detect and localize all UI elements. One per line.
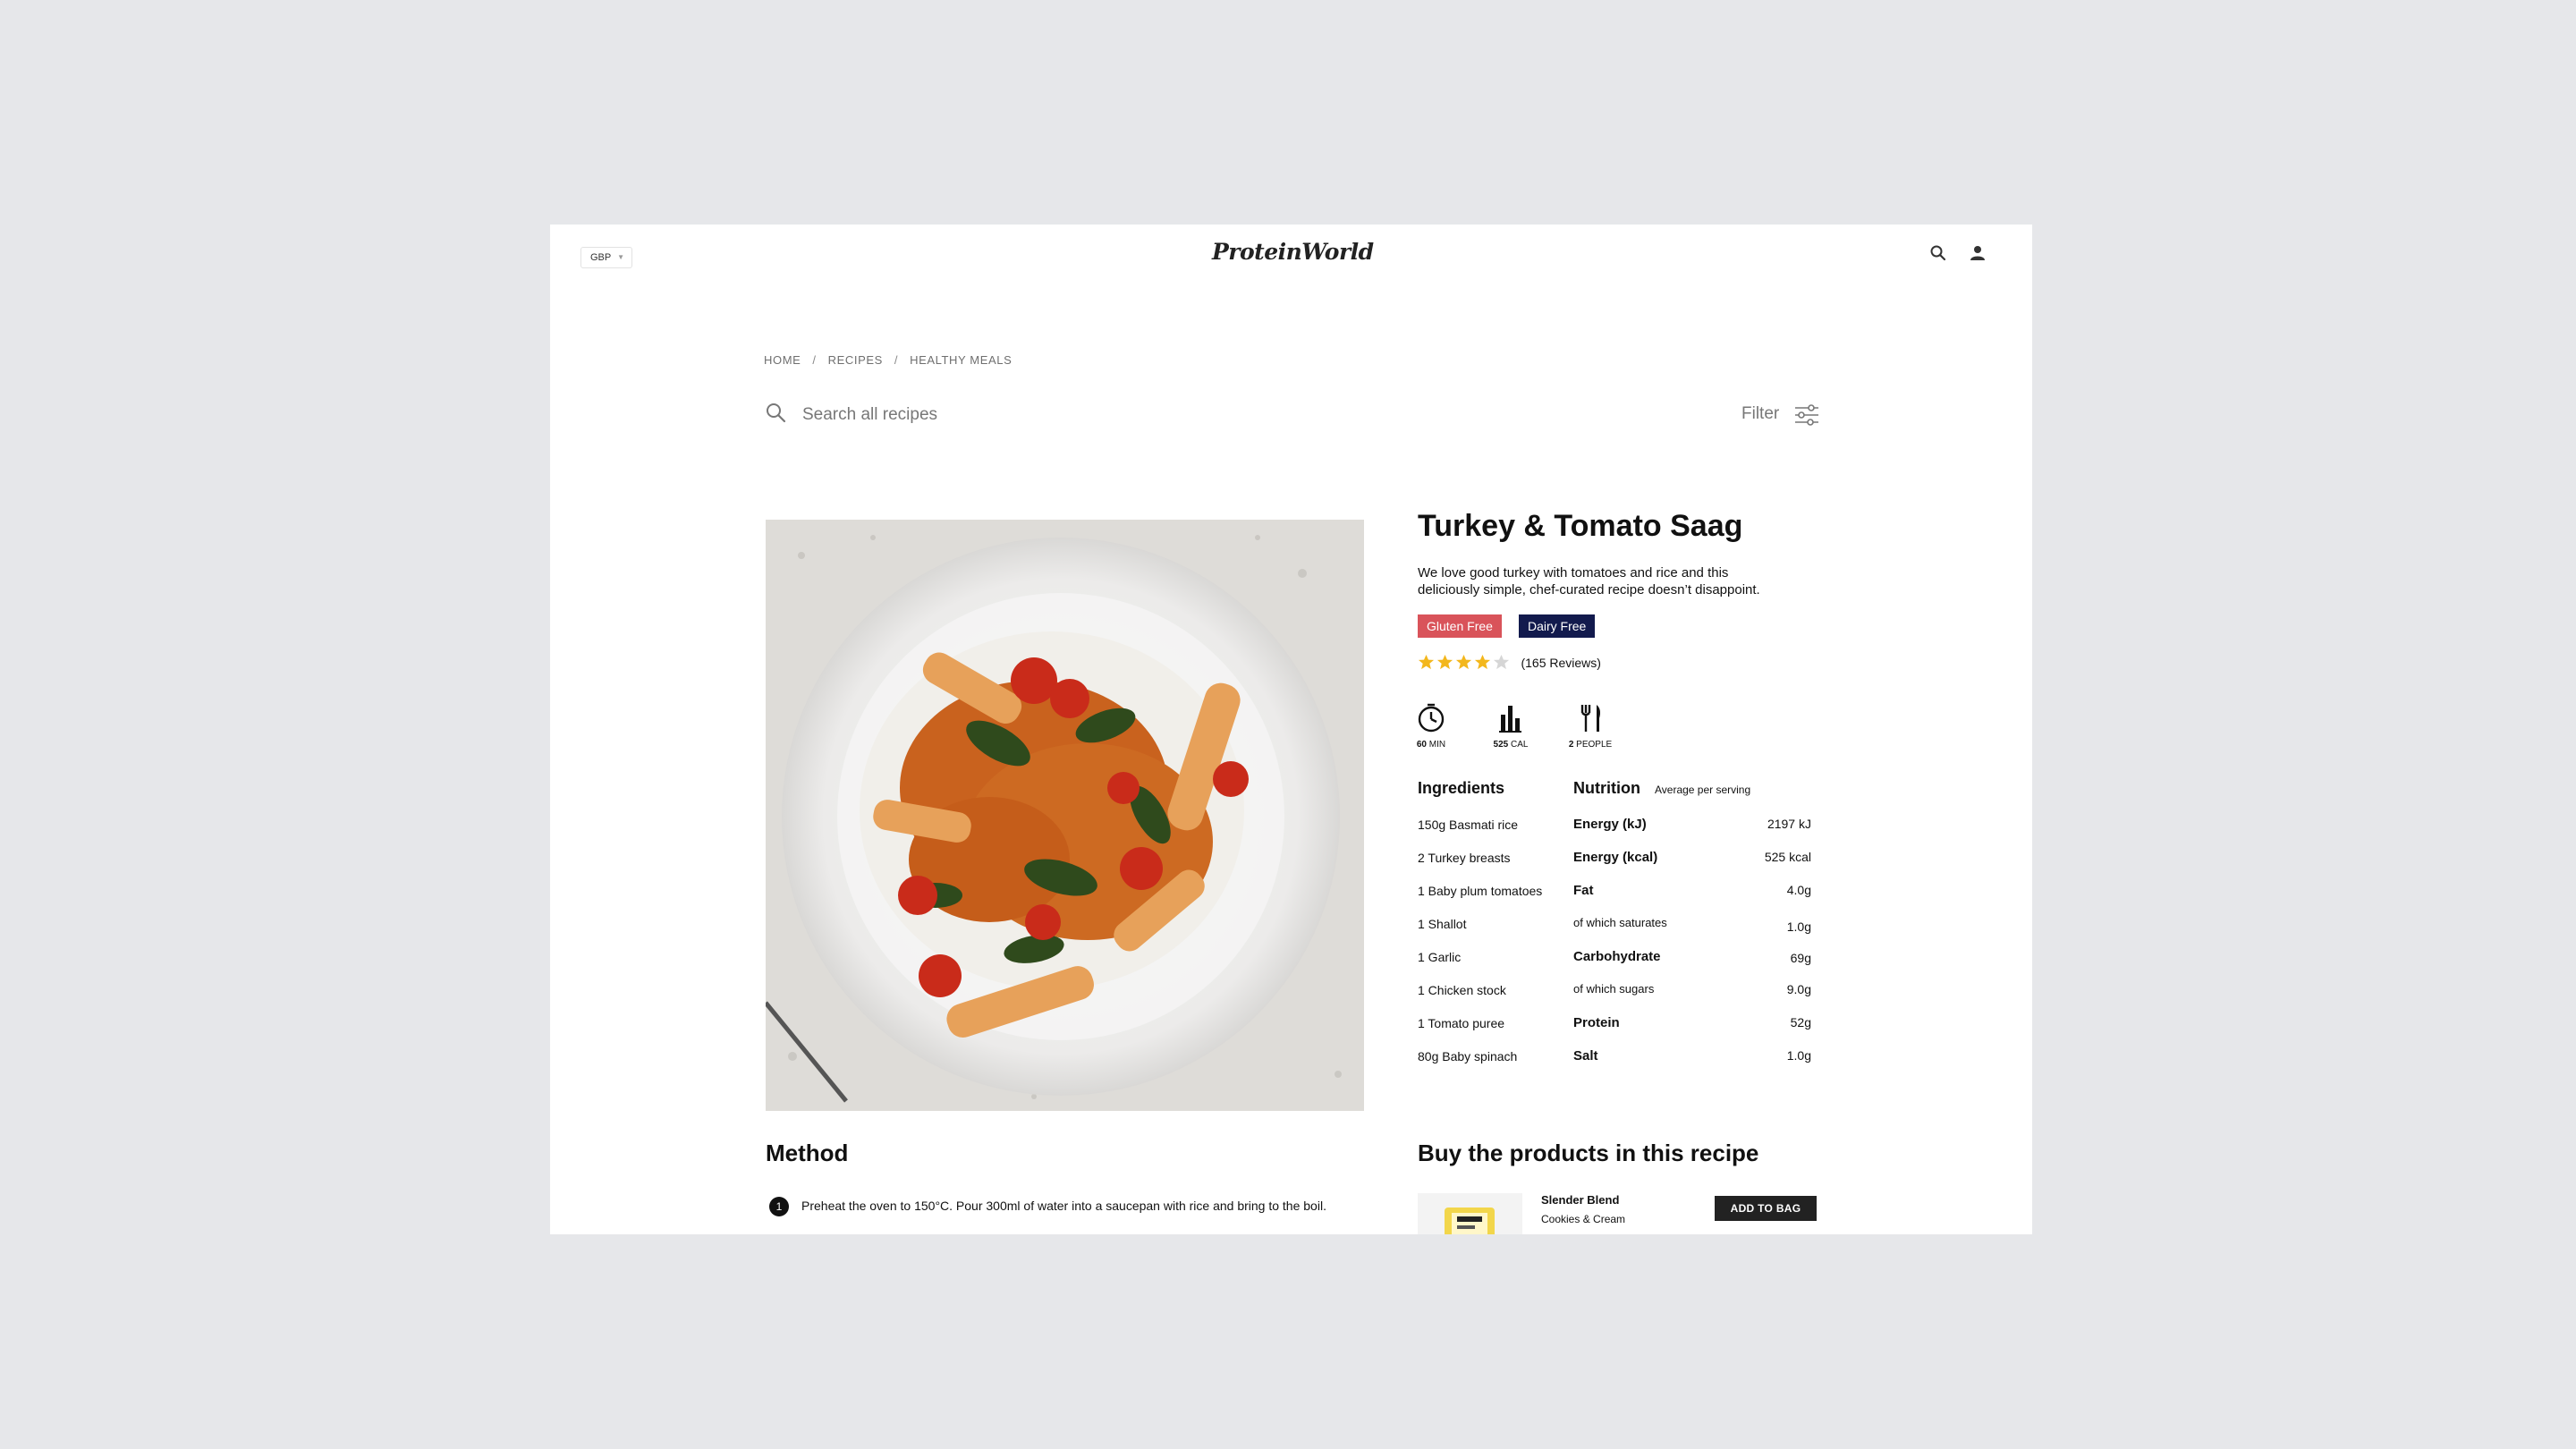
product-name[interactable]: Slender Blend	[1541, 1193, 1619, 1207]
nutrition-title: Nutrition	[1573, 779, 1640, 797]
nutrition-heading: Nutrition Average per serving	[1573, 779, 1750, 798]
ingredients-heading: Ingredients	[1418, 779, 1505, 797]
stat-servings: 2 PEOPLE	[1563, 702, 1617, 750]
star-filled-icon	[1474, 654, 1491, 670]
nutrition-row: Salt 1.0g	[1573, 1048, 1811, 1081]
tag-gluten-free: Gluten Free	[1418, 614, 1502, 638]
add-to-bag-button[interactable]: ADD TO BAG	[1715, 1196, 1817, 1221]
nutrient-name: of which sugars	[1573, 982, 1655, 996]
nutrition-row: Energy (kcal) 525 kcal	[1573, 850, 1811, 883]
nutrient-value: 1.0g	[1786, 1048, 1811, 1063]
ingredient-item: 1 Baby plum tomatoes	[1418, 884, 1543, 898]
ingredient-item: 2 Turkey breasts	[1418, 851, 1511, 865]
ingredient-item: 150g Basmati rice	[1418, 818, 1519, 832]
nutrient-value: 52g	[1790, 1015, 1811, 1030]
search-icon	[767, 403, 786, 423]
nutrient-name: Energy (kcal)	[1573, 850, 1658, 865]
star-empty-icon	[1493, 654, 1510, 670]
stat-calories-value: 525	[1493, 740, 1509, 750]
recipe-description: We love good turkey with tomatoes and ri…	[1418, 565, 1760, 597]
search-icon[interactable]	[1928, 242, 1949, 264]
nutrient-name: Salt	[1573, 1048, 1598, 1063]
star-filled-icon	[1418, 654, 1435, 670]
nutrition-row: Protein 52g	[1573, 1015, 1811, 1048]
breadcrumb-home[interactable]: HOME	[764, 353, 801, 367]
nutrition-row: of which sugars 9.0g	[1573, 982, 1811, 1015]
search-input[interactable]	[801, 398, 1108, 432]
nutrition-table: Energy (kJ) 2197 kJ Energy (kcal) 525 kcal…	[1573, 817, 1811, 1081]
nutrient-name: of which saturates	[1573, 916, 1667, 929]
clock-icon	[1418, 703, 1445, 733]
ingredient-item: 1 Chicken stock	[1418, 983, 1506, 997]
user-icon[interactable]	[1967, 242, 1988, 264]
nutrient-value: 1.0g	[1786, 919, 1811, 934]
nutrition-row: Energy (kJ) 2197 kJ	[1573, 817, 1811, 850]
stat-calories-unit: CAL	[1511, 740, 1529, 750]
breadcrumb-separator: /	[894, 353, 899, 367]
currency-selector[interactable]: GBP ▼	[580, 247, 632, 268]
sliders-icon	[1795, 404, 1818, 426]
stat-time-value: 60	[1416, 740, 1427, 750]
filter-label: Filter	[1741, 404, 1780, 423]
nutrient-value: 69g	[1790, 951, 1811, 965]
product-variant: Cookies & Cream	[1541, 1213, 1626, 1225]
fork-knife-icon	[1580, 705, 1600, 732]
nutrient-name: Protein	[1573, 1015, 1620, 1030]
nutrient-name: Carbohydrate	[1573, 949, 1661, 964]
stat-time-unit: MIN	[1428, 740, 1446, 750]
nutrition-row: of which saturates 1.0g	[1573, 916, 1811, 949]
ingredients-list: 150g Basmati rice 2 Turkey breasts 1 Bab…	[1418, 817, 1542, 1081]
step-text: Preheat the oven to 150°C. Pour 300ml of…	[801, 1199, 1326, 1213]
star-filled-icon	[1455, 654, 1472, 670]
nutrient-value: 4.0g	[1786, 883, 1811, 897]
nutrition-row: Carbohydrate 69g	[1573, 949, 1811, 982]
bar-chart-icon	[1499, 706, 1521, 733]
recipe-image	[766, 520, 1364, 1111]
star-filled-icon	[1436, 654, 1453, 670]
method-heading: Method	[766, 1140, 849, 1166]
reviews-count[interactable]: (165 Reviews)	[1521, 656, 1600, 670]
breadcrumb-recipes[interactable]: RECIPES	[828, 353, 883, 367]
currency-label: GBP	[590, 252, 612, 263]
nutrient-name: Fat	[1573, 883, 1594, 898]
breadcrumb-separator: /	[812, 353, 817, 367]
stat-calories: 525 CAL	[1484, 702, 1538, 750]
tag-dairy-free: Dairy Free	[1519, 614, 1596, 638]
logo[interactable]: ProteinWorld	[1212, 239, 1374, 265]
nutrient-name: Energy (kJ)	[1573, 817, 1647, 832]
stat-time: 60 MIN	[1404, 702, 1458, 750]
ingredient-item: 80g Baby spinach	[1418, 1049, 1518, 1063]
nutrient-value: 9.0g	[1786, 982, 1811, 996]
ingredient-item: 1 Garlic	[1418, 950, 1462, 964]
recipe-search	[765, 398, 1123, 432]
ingredient-item: 1 Shallot	[1418, 917, 1467, 931]
products-heading: Buy the products in this recipe	[1418, 1140, 1759, 1166]
step-number: 1	[769, 1197, 789, 1216]
breadcrumb: HOME / RECIPES / HEALTHY MEALS	[764, 353, 1012, 367]
product-image[interactable]	[1418, 1193, 1522, 1234]
chevron-down-icon: ▼	[617, 253, 624, 261]
recipe-title: Turkey & Tomato Saag	[1418, 509, 1743, 543]
rating[interactable]: (165 Reviews)	[1418, 654, 1601, 674]
ingredient-item: 1 Tomato puree	[1418, 1016, 1505, 1030]
nutrient-value: 2197 kJ	[1767, 817, 1811, 831]
breadcrumb-healthy-meals[interactable]: HEALTHY MEALS	[910, 353, 1012, 367]
nutrition-subheading: Average per serving	[1654, 784, 1751, 796]
nutrient-value: 525 kcal	[1764, 850, 1811, 864]
stat-servings-value: 2	[1568, 740, 1574, 750]
stat-servings-unit: PEOPLE	[1576, 740, 1613, 750]
page-frame: GBP ▼ ProteinWorld HOME / RECIPES / HEALTHY …	[550, 225, 2032, 1234]
nutrition-row: Fat 4.0g	[1573, 883, 1811, 916]
